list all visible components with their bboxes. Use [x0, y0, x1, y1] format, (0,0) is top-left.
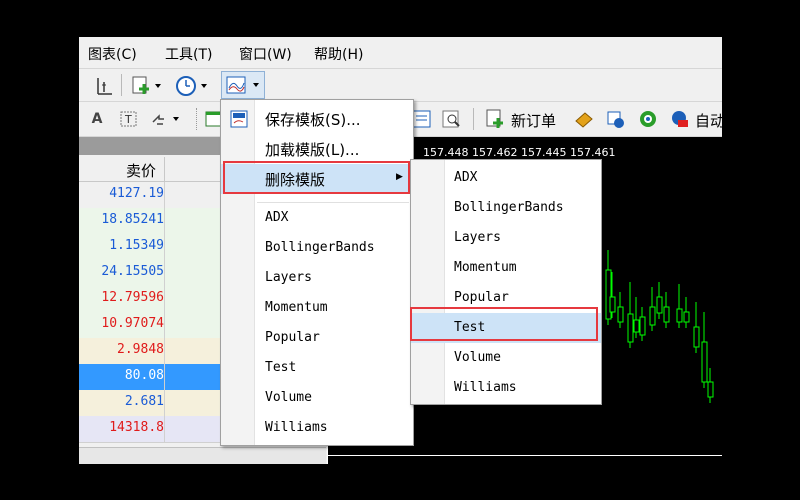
menu-window[interactable]: 窗口(W) — [239, 44, 292, 64]
bid-price: 2.9848 — [117, 342, 164, 357]
template-item[interactable]: BollingerBands — [221, 234, 413, 262]
candle-body — [649, 306, 656, 326]
text-label-icon[interactable]: T — [119, 110, 139, 128]
load-template-item[interactable]: 加载模版(L)... — [221, 135, 413, 163]
delete-template-option[interactable]: ADX — [411, 163, 601, 193]
candle-body — [633, 319, 640, 333]
bid-price: 80.08 — [124, 368, 164, 383]
menu-tools[interactable]: 工具(T) — [165, 44, 212, 64]
text-icon[interactable]: A — [89, 110, 105, 128]
bid-price: 18.85241 — [101, 212, 164, 227]
delete-template-option[interactable]: Volume — [411, 343, 601, 373]
market-watch-footer — [79, 447, 326, 464]
delete-template-option[interactable]: Williams — [411, 373, 601, 403]
template-item[interactable]: Test — [221, 354, 413, 382]
bid-price: 4127.19 — [109, 186, 164, 201]
save-template-icon — [229, 109, 249, 133]
candle-body — [707, 381, 714, 398]
template-item[interactable]: Williams — [221, 414, 413, 442]
expert-advisor-icon[interactable] — [605, 109, 627, 129]
template-item[interactable]: Layers — [221, 264, 413, 292]
bid-column-header[interactable]: 卖价 — [126, 160, 156, 181]
bid-price: 12.79596 — [101, 290, 164, 305]
bid-price: 14318.8 — [109, 420, 164, 435]
zoom-in-icon[interactable] — [131, 74, 165, 98]
menu-chart[interactable]: 图表(C) — [88, 44, 137, 64]
arrows-icon[interactable] — [149, 110, 183, 128]
period-separator-icon[interactable] — [93, 75, 115, 97]
delete-template-option[interactable]: Layers — [411, 223, 601, 253]
signals-icon[interactable] — [637, 109, 659, 129]
candle-body — [617, 306, 624, 323]
candle-body — [663, 306, 670, 323]
new-order-icon[interactable] — [483, 108, 509, 130]
candle-body — [609, 296, 616, 313]
bid-price: 10.97074 — [101, 316, 164, 331]
new-order-label[interactable]: 新订单 — [511, 110, 556, 131]
autotrading-icon[interactable] — [669, 109, 691, 129]
delete-template-highlight — [223, 161, 410, 194]
menu-help[interactable]: 帮助(H) — [314, 44, 363, 64]
delete-template-option[interactable]: Momentum — [411, 253, 601, 283]
toolbar-charts — [79, 69, 722, 102]
template-item[interactable]: ADX — [221, 204, 413, 232]
candle-body — [639, 316, 646, 336]
magnifier-icon[interactable] — [441, 109, 463, 129]
candle-body — [683, 311, 690, 323]
candle-body — [701, 341, 708, 383]
template-item[interactable]: Popular — [221, 324, 413, 352]
strategy-tester-icon[interactable] — [573, 109, 595, 129]
candle-body — [627, 313, 634, 343]
candle-body — [656, 296, 663, 314]
test-template-highlight — [410, 307, 598, 341]
bid-price: 2.681 — [124, 394, 164, 409]
bid-price: 1.15349 — [109, 238, 164, 253]
data-window-icon[interactable] — [411, 109, 433, 129]
timeframe-clock-icon[interactable] — [175, 74, 211, 98]
save-template-item[interactable]: 保存模板(S)... — [221, 105, 413, 133]
delete-template-submenu: ADX BollingerBands Layers Momentum Popular Te… — [410, 159, 602, 405]
template-item[interactable]: Momentum — [221, 294, 413, 322]
delete-template-option[interactable]: BollingerBands — [411, 193, 601, 223]
candle-body — [676, 308, 683, 323]
bid-price: 24.15505 — [101, 264, 164, 279]
template-menu: 保存模板(S)... 加载模版(L)... 删除模版 ▶ ADX Bollinge… — [220, 99, 414, 446]
menu-bar: 图表(C) 工具(T) 窗口(W) 帮助(H) — [79, 37, 722, 69]
templates-icon[interactable] — [221, 71, 265, 99]
candle-body — [693, 326, 700, 348]
svg-text:T: T — [124, 113, 132, 126]
template-item[interactable]: Volume — [221, 384, 413, 412]
autotrading-label[interactable]: 自动 — [695, 110, 722, 131]
